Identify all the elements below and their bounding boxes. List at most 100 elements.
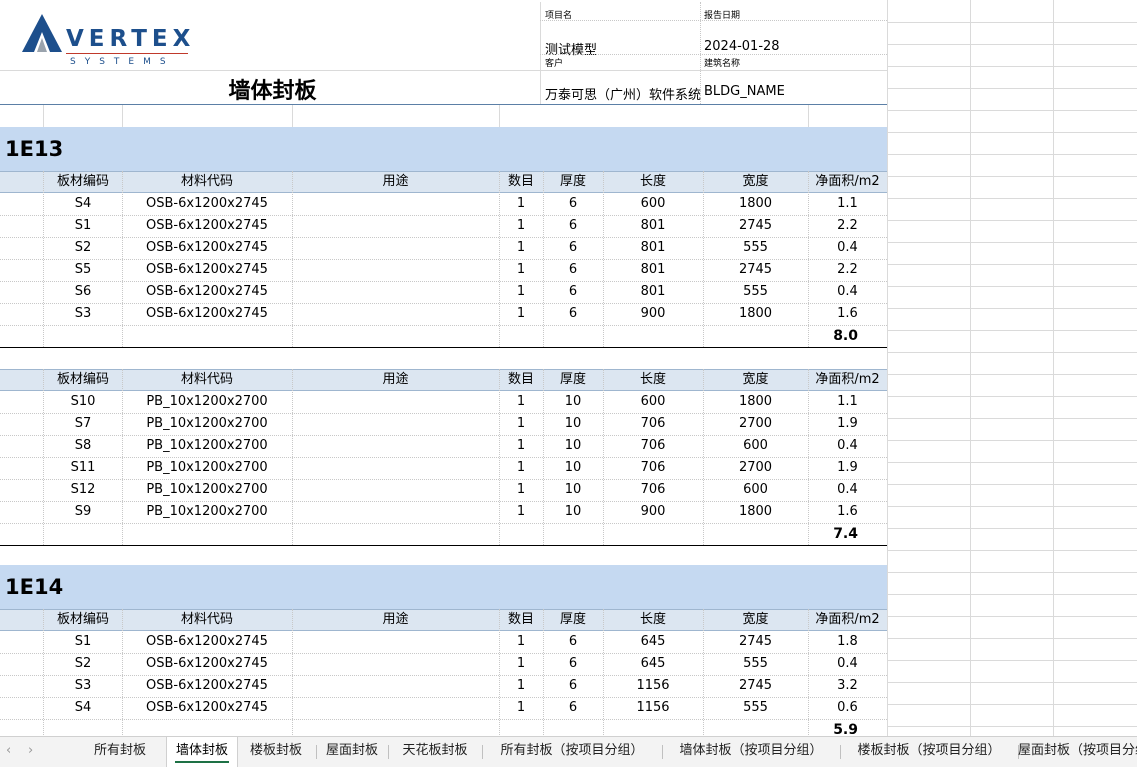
- table-cell[interactable]: 6: [543, 281, 603, 303]
- sheet-tab[interactable]: 天花板封板: [388, 737, 482, 767]
- table-cell[interactable]: 0.4: [808, 435, 887, 457]
- table-cell[interactable]: PB_10x1200x2700: [122, 479, 292, 501]
- table-cell[interactable]: S1: [43, 631, 123, 653]
- table-cell[interactable]: 645: [603, 653, 703, 675]
- table-cell[interactable]: 555: [703, 281, 808, 303]
- sheet-tab[interactable]: 墙体封板（按项目分组）: [662, 737, 840, 767]
- table-cell[interactable]: [292, 457, 499, 479]
- table-cell[interactable]: OSB-6x1200x2745: [122, 697, 292, 719]
- table-cell[interactable]: OSB-6x1200x2745: [122, 631, 292, 653]
- table-cell[interactable]: 801: [603, 237, 703, 259]
- table-cell[interactable]: [292, 413, 499, 435]
- table-cell[interactable]: PB_10x1200x2700: [122, 501, 292, 523]
- table-cell[interactable]: 1: [499, 413, 543, 435]
- table-cell[interactable]: 600: [703, 435, 808, 457]
- table-cell[interactable]: 1.6: [808, 501, 887, 523]
- table-cell[interactable]: 1.6: [808, 303, 887, 325]
- table-cell[interactable]: 1800: [703, 303, 808, 325]
- column-header[interactable]: 长度: [603, 610, 703, 630]
- table-cell[interactable]: [292, 501, 499, 523]
- table-cell[interactable]: 2745: [703, 215, 808, 237]
- table-cell[interactable]: 600: [603, 391, 703, 413]
- table-cell[interactable]: PB_10x1200x2700: [122, 413, 292, 435]
- table-cell[interactable]: 801: [603, 259, 703, 281]
- table-cell[interactable]: [292, 479, 499, 501]
- table-cell[interactable]: 1.9: [808, 413, 887, 435]
- table-cell[interactable]: 645: [603, 631, 703, 653]
- table-cell[interactable]: [292, 281, 499, 303]
- table-cell[interactable]: 555: [703, 697, 808, 719]
- table-cell[interactable]: [292, 631, 499, 653]
- table-cell[interactable]: 1800: [703, 193, 808, 215]
- table-cell[interactable]: 6: [543, 303, 603, 325]
- column-header[interactable]: 净面积/m2: [808, 370, 887, 390]
- table-cell[interactable]: PB_10x1200x2700: [122, 435, 292, 457]
- table-cell[interactable]: 2745: [703, 259, 808, 281]
- column-header[interactable]: 板材编码: [43, 370, 123, 390]
- table-cell[interactable]: 600: [603, 193, 703, 215]
- table-cell[interactable]: 600: [703, 479, 808, 501]
- table-cell[interactable]: 10: [543, 457, 603, 479]
- table-cell[interactable]: 706: [603, 479, 703, 501]
- table-cell[interactable]: [292, 303, 499, 325]
- table-cell[interactable]: 1: [499, 281, 543, 303]
- table-cell[interactable]: 0.4: [808, 653, 887, 675]
- total-area[interactable]: 8.0: [808, 328, 858, 344]
- table-cell[interactable]: S1: [43, 215, 123, 237]
- table-cell[interactable]: [292, 653, 499, 675]
- building-value[interactable]: BLDG_NAME: [704, 84, 884, 99]
- sheet-tab[interactable]: 楼板封板（按项目分组）: [840, 737, 1018, 767]
- table-cell[interactable]: 2.2: [808, 215, 887, 237]
- column-header[interactable]: 材料代码: [122, 610, 292, 630]
- table-cell[interactable]: 706: [603, 413, 703, 435]
- table-cell[interactable]: 2745: [703, 675, 808, 697]
- table-cell[interactable]: 1: [499, 215, 543, 237]
- table-cell[interactable]: OSB-6x1200x2745: [122, 653, 292, 675]
- table-cell[interactable]: 801: [603, 281, 703, 303]
- table-cell[interactable]: [292, 193, 499, 215]
- table-cell[interactable]: 900: [603, 501, 703, 523]
- table-cell[interactable]: 1: [499, 631, 543, 653]
- column-header[interactable]: 数目: [499, 370, 543, 390]
- table-cell[interactable]: 1.1: [808, 391, 887, 413]
- column-header[interactable]: 净面积/m2: [808, 172, 887, 192]
- table-cell[interactable]: 1: [499, 675, 543, 697]
- column-header[interactable]: 数目: [499, 610, 543, 630]
- table-cell[interactable]: S12: [43, 479, 123, 501]
- table-cell[interactable]: S6: [43, 281, 123, 303]
- column-header[interactable]: 用途: [292, 370, 499, 390]
- tab-prev-icon[interactable]: ‹: [6, 743, 11, 758]
- table-cell[interactable]: 1156: [603, 697, 703, 719]
- column-header[interactable]: 宽度: [703, 370, 808, 390]
- table-cell[interactable]: 1: [499, 479, 543, 501]
- column-header[interactable]: 用途: [292, 172, 499, 192]
- table-cell[interactable]: 10: [543, 501, 603, 523]
- table-cell[interactable]: S8: [43, 435, 123, 457]
- table-cell[interactable]: 6: [543, 237, 603, 259]
- table-cell[interactable]: S2: [43, 237, 123, 259]
- table-cell[interactable]: 1: [499, 697, 543, 719]
- table-cell[interactable]: 801: [603, 215, 703, 237]
- worksheet[interactable]: VERTEX SYSTEMS 墙体封板 项目名 报告日期 测试模型 2024-0…: [0, 0, 1137, 736]
- table-cell[interactable]: 2745: [703, 631, 808, 653]
- table-cell[interactable]: 6: [543, 675, 603, 697]
- table-cell[interactable]: S3: [43, 675, 123, 697]
- table-cell[interactable]: 6: [543, 193, 603, 215]
- table-cell[interactable]: S11: [43, 457, 123, 479]
- sheet-tab[interactable]: 楼板封板: [236, 737, 316, 767]
- table-cell[interactable]: 1.9: [808, 457, 887, 479]
- table-cell[interactable]: 2700: [703, 457, 808, 479]
- table-cell[interactable]: 1: [499, 391, 543, 413]
- table-cell[interactable]: S3: [43, 303, 123, 325]
- sheet-tab[interactable]: 墙体封板: [166, 737, 238, 767]
- table-cell[interactable]: S4: [43, 697, 123, 719]
- column-header[interactable]: 宽度: [703, 610, 808, 630]
- table-cell[interactable]: 555: [703, 653, 808, 675]
- table-cell[interactable]: S7: [43, 413, 123, 435]
- table-cell[interactable]: 706: [603, 457, 703, 479]
- table-cell[interactable]: 1: [499, 653, 543, 675]
- table-cell[interactable]: S10: [43, 391, 123, 413]
- table-cell[interactable]: 1: [499, 435, 543, 457]
- client-value[interactable]: 万泰可思（广州）软件系统: [545, 84, 702, 103]
- table-cell[interactable]: OSB-6x1200x2745: [122, 303, 292, 325]
